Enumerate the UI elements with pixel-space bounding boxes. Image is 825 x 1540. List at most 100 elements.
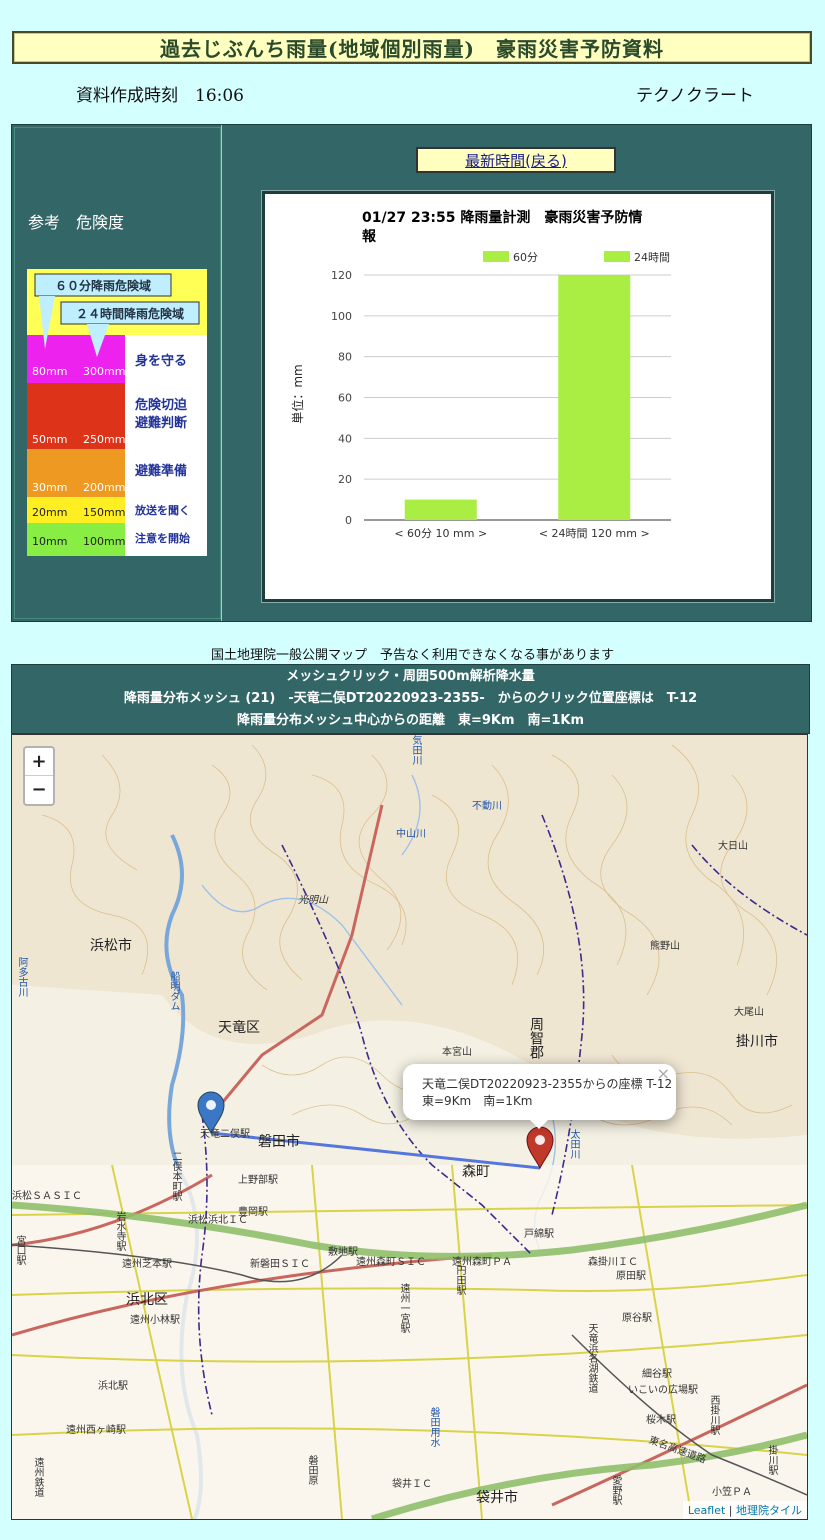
map-header: メッシュクリック・周囲500m解析降水量 降雨量分布メッシュ (21) -天竜二… bbox=[11, 664, 810, 734]
popup-tip bbox=[529, 1119, 549, 1129]
zoom-out-button[interactable]: − bbox=[25, 776, 53, 803]
map-label-ikoi: いこいの広場駅 bbox=[628, 1385, 698, 1396]
map-label-iwata: 磐田市 bbox=[258, 1134, 300, 1150]
attrib-separator: | bbox=[725, 1504, 736, 1517]
map-label-fukuroi-ic: 袋井ＩＣ bbox=[392, 1479, 432, 1490]
zoom-in-button[interactable]: + bbox=[25, 748, 53, 776]
map-label-shin-iwata-sic: 新磐田ＳＩＣ bbox=[250, 1259, 310, 1270]
map-label-tofuroi: 戸綿駅 bbox=[524, 1229, 554, 1240]
map-label-hamamatsukita-ic: 浜松浜北ＩＣ bbox=[188, 1215, 248, 1226]
y-tick-label-100: 100 bbox=[331, 310, 352, 323]
map-label-enda: 円田駅 bbox=[454, 1265, 465, 1295]
page-title-box: 過去じぶんち雨量(地域個別雨量) 豪雨災害予防資料 bbox=[12, 31, 812, 64]
legend-v24-3: 200mm bbox=[83, 481, 125, 494]
legend-desc-2a: 危険切迫 bbox=[135, 397, 188, 413]
map-label-tenryu-futamata: 天竜二俣駅 bbox=[200, 1129, 250, 1140]
legend-swatch-1 bbox=[604, 251, 630, 262]
chart-legend: 60分 24時間 bbox=[483, 251, 670, 264]
legend-v60-4: 20mm bbox=[32, 506, 67, 519]
y-tick-label-40: 40 bbox=[338, 432, 352, 445]
map-label-ennishigasaki: 遠州西ヶ崎駅 bbox=[66, 1425, 126, 1436]
map-label-tenryu: 天竜区 bbox=[218, 1020, 260, 1036]
map-label-odoriyama: 大尾山 bbox=[734, 1007, 764, 1018]
map-notice: 国土地理院一般公開マップ 予告なく利用できなくなる事があります bbox=[210, 648, 614, 663]
created-time: 資料作成時刻 16:06 bbox=[76, 86, 244, 106]
legend-desc-2b: 避難判断 bbox=[135, 415, 187, 431]
map-label-shuchi: 周智郡 bbox=[528, 1017, 544, 1059]
y-tick-label-120: 120 bbox=[331, 269, 352, 282]
legend-tag-60: ６０分降雨危険域 bbox=[55, 278, 151, 293]
leaflet-link[interactable]: Leaflet bbox=[688, 1504, 725, 1517]
bar-1-1 bbox=[558, 275, 631, 520]
map-label-kiyokawa: 気田川 bbox=[410, 735, 421, 765]
legend-v60-3: 30mm bbox=[32, 481, 67, 494]
map-label-sakuragi: 桜木駅 bbox=[646, 1415, 676, 1426]
map-label-funamoto-dam: 船明ダム bbox=[168, 971, 179, 1011]
map-label-ohiyama: 大日山 bbox=[718, 841, 748, 852]
rainfall-chart-svg: 01/27 23:55 降雨量計測 豪雨災害予防情 報 60分 24時間 0 20 4… bbox=[290, 209, 671, 540]
latest-time-button[interactable]: 最新時間(戻る) bbox=[416, 147, 616, 173]
gsi-tiles-link[interactable]: 地理院タイル bbox=[736, 1504, 802, 1517]
map-label-harada: 原田駅 bbox=[616, 1271, 646, 1282]
y-tick-label-60: 60 bbox=[338, 392, 352, 405]
map-label-kasa-pa: 小笠ＰＡ bbox=[712, 1487, 752, 1498]
map-label-iwatabara: 磐田原 bbox=[306, 1455, 317, 1485]
legend-label-1: 24時間 bbox=[634, 251, 670, 264]
map-label-aino: 愛野駅 bbox=[610, 1475, 621, 1505]
chart-title-line2: 報 bbox=[362, 228, 377, 245]
map-label-shikatsu: 敷地駅 bbox=[328, 1247, 358, 1258]
map-label-enkobayashi: 遠州小林駅 bbox=[130, 1315, 180, 1326]
danger-legend: ６０分降雨危険域 ２４時間降雨危険域 80mm 300mm 50mm 250mm… bbox=[27, 269, 207, 556]
map-label-hamamatsu: 浜松市 bbox=[90, 938, 132, 954]
map-tiles[interactable] bbox=[12, 735, 807, 1519]
map-label-nishikakegawa: 西掛川駅 bbox=[708, 1395, 719, 1435]
map-label-morikakegawa-ic: 森掛川ＩＣ bbox=[588, 1257, 638, 1268]
chart-y-label: 単位：mm bbox=[290, 364, 305, 423]
legend-v24-2: 250mm bbox=[83, 433, 125, 446]
map-label-enshu-ichinomiya: 遠州一宮駅 bbox=[398, 1283, 409, 1333]
legend-v24-1: 300mm bbox=[83, 365, 125, 378]
company-name: テクノクラート bbox=[636, 86, 754, 106]
legend-v60-1: 80mm bbox=[32, 365, 67, 378]
rainfall-chart: 01/27 23:55 降雨量計測 豪雨災害予防情 報 60分 24時間 0 20 4… bbox=[262, 191, 774, 602]
map-label-iwatayosui: 磐田用水 bbox=[428, 1407, 439, 1447]
map-label-fudo: 不動川 bbox=[472, 801, 502, 812]
map-label-agatagawa: 阿多古川 bbox=[16, 957, 27, 997]
map-label-harayado: 原谷駅 bbox=[622, 1313, 652, 1324]
map-label-fukuroi: 袋井市 bbox=[476, 1490, 518, 1506]
legend-label-0: 60分 bbox=[513, 251, 538, 264]
map-popup: × 天竜二俣DT20220923-2355からの座標 T-12 東=9Km 南=… bbox=[403, 1064, 676, 1129]
panel-divider bbox=[221, 125, 222, 621]
y-tick-label-80: 80 bbox=[338, 351, 352, 364]
y-tick-label-20: 20 bbox=[338, 473, 352, 486]
legend-desc-1: 身を守る bbox=[135, 353, 187, 369]
zoom-control: + − bbox=[23, 746, 55, 806]
rainfall-map[interactable]: 浜松市 天竜区 磐田市 森町 周智郡 掛川市 浜北区 袋井市 豊岡駅 遠州芝本駅… bbox=[11, 734, 808, 1520]
map-label-enmorimachi-sic: 遠州森町ＳＩＣ bbox=[356, 1257, 426, 1268]
legend-swatch-0 bbox=[483, 251, 509, 262]
map-label-morimachi: 森町 bbox=[462, 1164, 490, 1180]
rainfall-panel: 参考 危険度 ６０分降雨危険域 ２４時間降雨危険域 80mm 300mm 50m… bbox=[11, 124, 812, 622]
bar-0-0 bbox=[404, 499, 477, 520]
x-tick-label-0: < 60分 10 mm > bbox=[394, 527, 487, 540]
map-label-kamino: 上野部駅 bbox=[238, 1175, 278, 1186]
map-label-taiyo: 太田川 bbox=[568, 1129, 579, 1159]
map-label-honkuniyama: 本宮山 bbox=[442, 1047, 472, 1058]
map-label-mitsuake: 光明山 bbox=[298, 895, 328, 906]
legend-desc-4: 放送を聞く bbox=[134, 503, 190, 517]
map-label-nakayama: 中山川 bbox=[396, 829, 426, 840]
map-header-line3: 降雨量分布メッシュ中心からの距離 東=9Km 南=1Km bbox=[236, 713, 585, 728]
map-attribution: Leaflet | 地理院タイル bbox=[682, 1501, 807, 1519]
legend-desc-3: 避難準備 bbox=[135, 463, 187, 479]
popup-line2: 東=9Km 南=1Km bbox=[422, 1094, 533, 1108]
map-header-line2: 降雨量分布メッシュ (21) -天竜二俣DT20220923-2355- からの… bbox=[123, 691, 698, 706]
map-label-iwamizu: 岩水寺駅 bbox=[114, 1211, 125, 1251]
map-label-kumanoyama: 熊野山 bbox=[650, 941, 680, 952]
x-tick-label-1: < 24時間 120 mm > bbox=[539, 527, 650, 540]
y-tick-label-0: 0 bbox=[345, 514, 352, 527]
legend-v60-2: 50mm bbox=[32, 433, 67, 446]
map-label-hamakita: 浜北区 bbox=[126, 1292, 168, 1308]
map-label-miyaguchi: 宮口駅 bbox=[14, 1235, 25, 1265]
map-label-futamata-honmachi: 二俣本町駅 bbox=[170, 1151, 181, 1201]
legend-v60-5: 10mm bbox=[32, 535, 67, 548]
